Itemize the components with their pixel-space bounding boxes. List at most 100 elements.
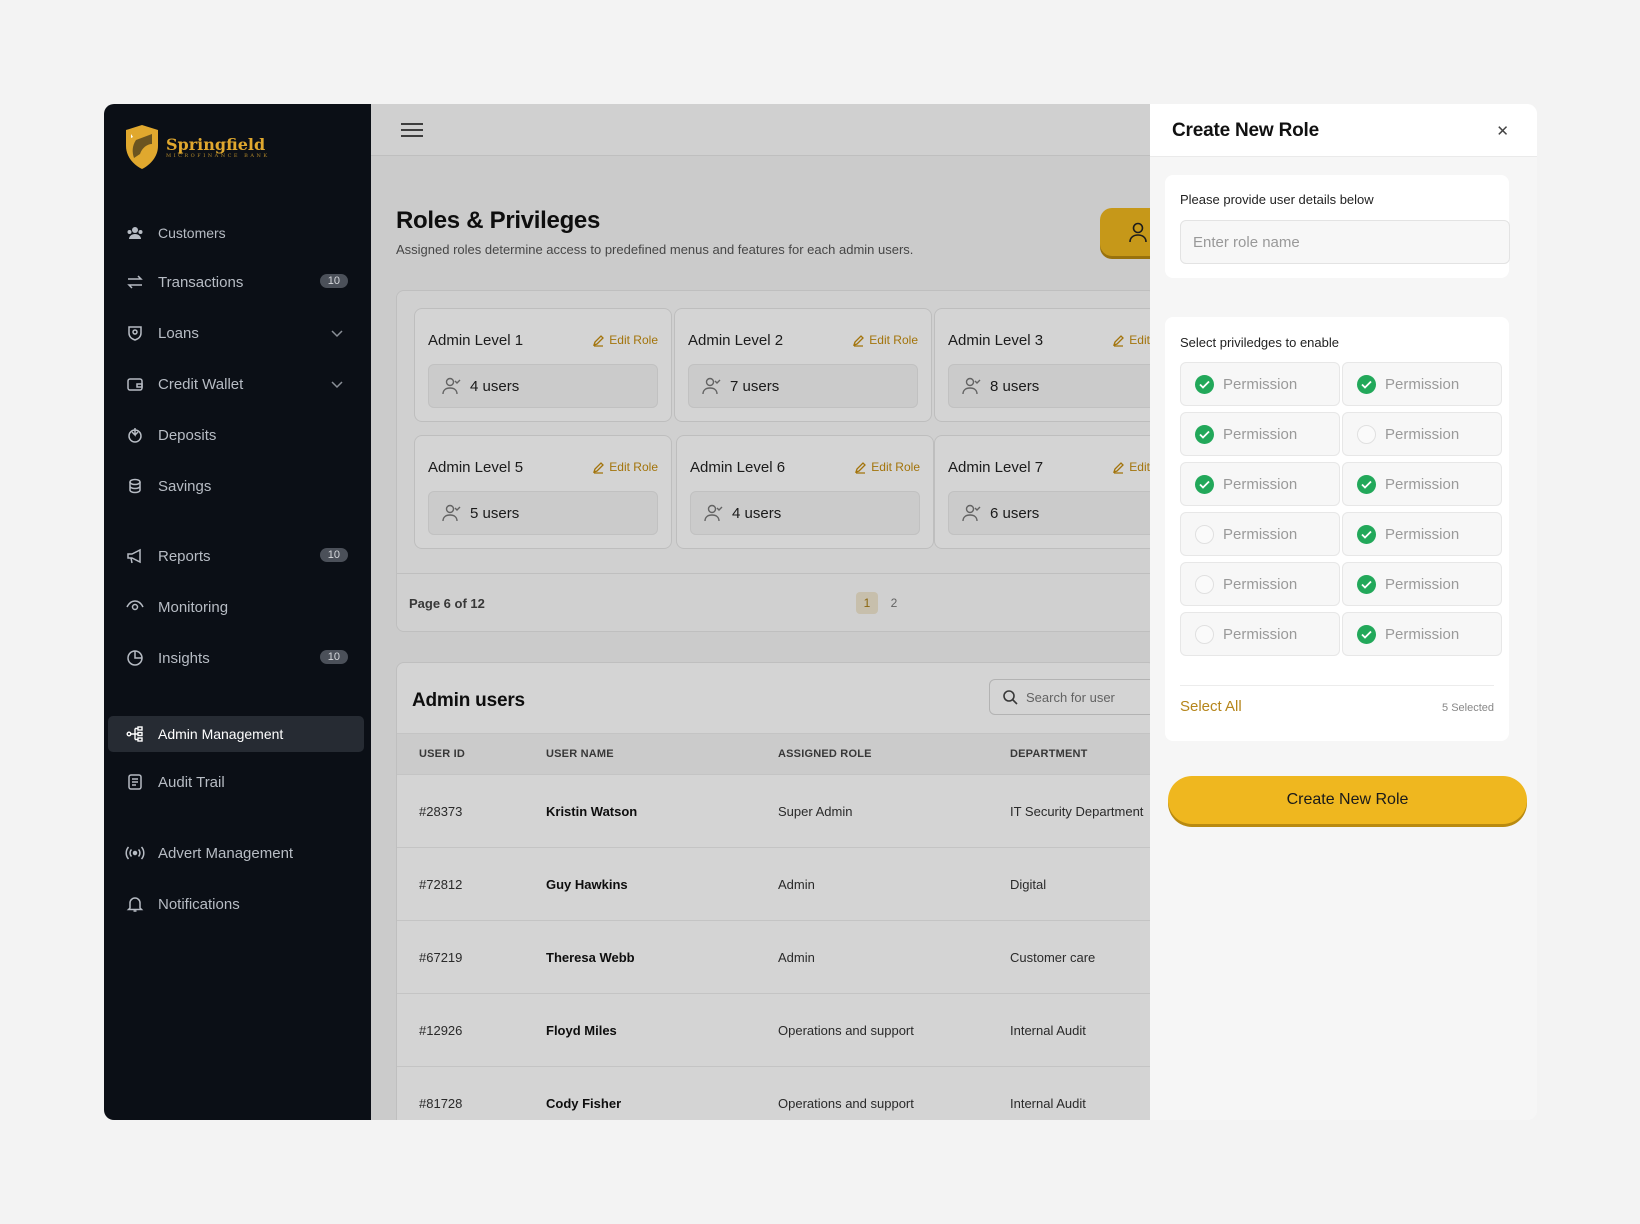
permission-option[interactable]: Permission xyxy=(1342,512,1502,556)
permission-label: Permission xyxy=(1223,525,1298,543)
eye-icon xyxy=(125,597,145,617)
brand-logo[interactable]: Springfield MICROFINANCE BANK xyxy=(122,124,270,170)
chevron-down-icon xyxy=(331,330,343,338)
permission-option[interactable]: Permission xyxy=(1342,562,1502,606)
sidebar-item-notifications[interactable]: Notifications xyxy=(108,886,364,922)
permission-option[interactable]: Permission xyxy=(1180,462,1340,506)
sidebar-item-monitoring[interactable]: Monitoring xyxy=(108,589,364,625)
count-badge: 10 xyxy=(319,548,348,562)
count-badge: 10 xyxy=(319,650,348,664)
permission-label: Permission xyxy=(1223,375,1298,393)
permission-label: Permission xyxy=(1385,575,1460,593)
permission-label: Permission xyxy=(1385,625,1460,643)
role-name-input[interactable] xyxy=(1180,220,1510,264)
brand-name: Springfield xyxy=(166,134,266,154)
sidebar-item-label: Deposits xyxy=(158,426,217,444)
deposit-icon xyxy=(125,425,145,445)
count-badge: 10 xyxy=(319,274,348,288)
sidebar: Springfield MICROFINANCE BANK Customers … xyxy=(104,104,371,1120)
sidebar-item-label: Loans xyxy=(158,324,199,342)
sidebar-item-credit-wallet[interactable]: Credit Wallet xyxy=(108,366,364,402)
permission-option[interactable]: Permission xyxy=(1342,612,1502,656)
details-label: Please provide user details below xyxy=(1180,192,1374,207)
selection-footer: Select All 5 Selected xyxy=(1180,685,1494,725)
permission-label: Permission xyxy=(1223,475,1298,493)
check-circle-icon[interactable] xyxy=(1357,574,1376,594)
hierarchy-icon xyxy=(125,724,145,744)
sidebar-item-label: Admin Management xyxy=(158,726,284,742)
sidebar-item-advert-management[interactable]: Advert Management xyxy=(108,835,364,871)
brand-subtitle: MICROFINANCE BANK xyxy=(166,152,270,159)
permission-option[interactable]: Permission xyxy=(1180,362,1340,406)
broadcast-icon xyxy=(125,843,145,863)
app-window: Springfield MICROFINANCE BANK Customers … xyxy=(104,104,1537,1120)
close-icon[interactable]: ✕ xyxy=(1496,122,1509,140)
sidebar-item-audit-trail[interactable]: Audit Trail xyxy=(108,764,364,800)
pie-chart-icon xyxy=(125,648,145,668)
megaphone-icon xyxy=(125,546,145,566)
sidebar-item-deposits[interactable]: Deposits xyxy=(108,417,364,453)
selected-count: 5 Selected xyxy=(1442,702,1494,714)
empty-circle-icon[interactable] xyxy=(1195,574,1214,594)
modal-backdrop[interactable] xyxy=(371,104,1150,1120)
sidebar-item-label: Audit Trail xyxy=(158,773,225,791)
check-circle-icon[interactable] xyxy=(1195,424,1214,444)
permission-label: Permission xyxy=(1223,575,1298,593)
sidebar-item-label: Monitoring xyxy=(158,598,229,616)
shield-logo-icon xyxy=(126,125,158,169)
sidebar-item-label: Reports xyxy=(158,547,211,565)
sidebar-item-label: Transactions xyxy=(158,273,244,291)
sidebar-item-label: Insights xyxy=(158,649,210,667)
select-all-link[interactable]: Select All xyxy=(1180,698,1242,715)
coins-icon xyxy=(125,476,145,496)
create-role-drawer: Create New Role ✕ Please provide user de… xyxy=(1150,104,1537,1120)
chevron-down-icon xyxy=(331,381,343,389)
create-new-role-button[interactable]: Create New Role xyxy=(1168,776,1527,824)
empty-circle-icon[interactable] xyxy=(1195,624,1214,644)
sidebar-item-label: Notifications xyxy=(158,895,240,913)
privileges-card: Select priviledges to enable Permission P… xyxy=(1165,317,1509,741)
sidebar-item-label: Customers xyxy=(158,225,226,241)
permission-label: Permission xyxy=(1223,425,1298,443)
drawer-title: Create New Role xyxy=(1172,120,1319,141)
permission-label: Permission xyxy=(1223,625,1298,643)
check-circle-icon[interactable] xyxy=(1357,524,1376,544)
users-icon xyxy=(125,223,145,243)
sidebar-item-savings[interactable]: Savings xyxy=(108,468,364,504)
drawer-header: Create New Role ✕ xyxy=(1150,104,1537,157)
swap-icon xyxy=(125,272,145,292)
sidebar-item-label: Credit Wallet xyxy=(158,375,244,393)
sidebar-item-insights[interactable]: Insights 10 xyxy=(108,640,364,676)
permission-option[interactable]: Permission xyxy=(1342,462,1502,506)
sidebar-item-transactions[interactable]: Transactions 10 xyxy=(108,264,364,300)
sidebar-item-label: Savings xyxy=(158,477,212,495)
privileges-label: Select priviledges to enable xyxy=(1180,335,1339,350)
sidebar-item-reports[interactable]: Reports 10 xyxy=(108,538,364,574)
role-details-card: Please provide user details below xyxy=(1165,175,1510,278)
bell-icon xyxy=(125,894,145,914)
check-circle-icon[interactable] xyxy=(1357,374,1376,394)
sidebar-item-loans[interactable]: Loans xyxy=(108,315,364,351)
permission-label: Permission xyxy=(1385,375,1460,393)
check-circle-icon[interactable] xyxy=(1195,374,1214,394)
permission-option[interactable]: Permission xyxy=(1180,562,1340,606)
document-icon xyxy=(125,772,145,792)
empty-circle-icon[interactable] xyxy=(1195,524,1214,544)
wallet-icon xyxy=(125,374,145,394)
check-circle-icon[interactable] xyxy=(1357,624,1376,644)
permission-option[interactable]: Permission xyxy=(1342,412,1502,456)
empty-circle-icon[interactable] xyxy=(1357,424,1376,444)
permission-option[interactable]: Permission xyxy=(1180,412,1340,456)
permission-label: Permission xyxy=(1385,475,1460,493)
sidebar-item-label: Advert Management xyxy=(158,844,294,862)
permission-label: Permission xyxy=(1385,425,1460,443)
check-circle-icon[interactable] xyxy=(1357,474,1376,494)
permission-option[interactable]: Permission xyxy=(1180,512,1340,556)
shield-coin-icon xyxy=(125,323,145,343)
permission-option[interactable]: Permission xyxy=(1180,612,1340,656)
sidebar-item-customers[interactable]: Customers xyxy=(108,215,364,251)
permission-label: Permission xyxy=(1385,525,1460,543)
permission-option[interactable]: Permission xyxy=(1342,362,1502,406)
check-circle-icon[interactable] xyxy=(1195,474,1214,494)
sidebar-item-admin-management[interactable]: Admin Management xyxy=(108,716,364,752)
